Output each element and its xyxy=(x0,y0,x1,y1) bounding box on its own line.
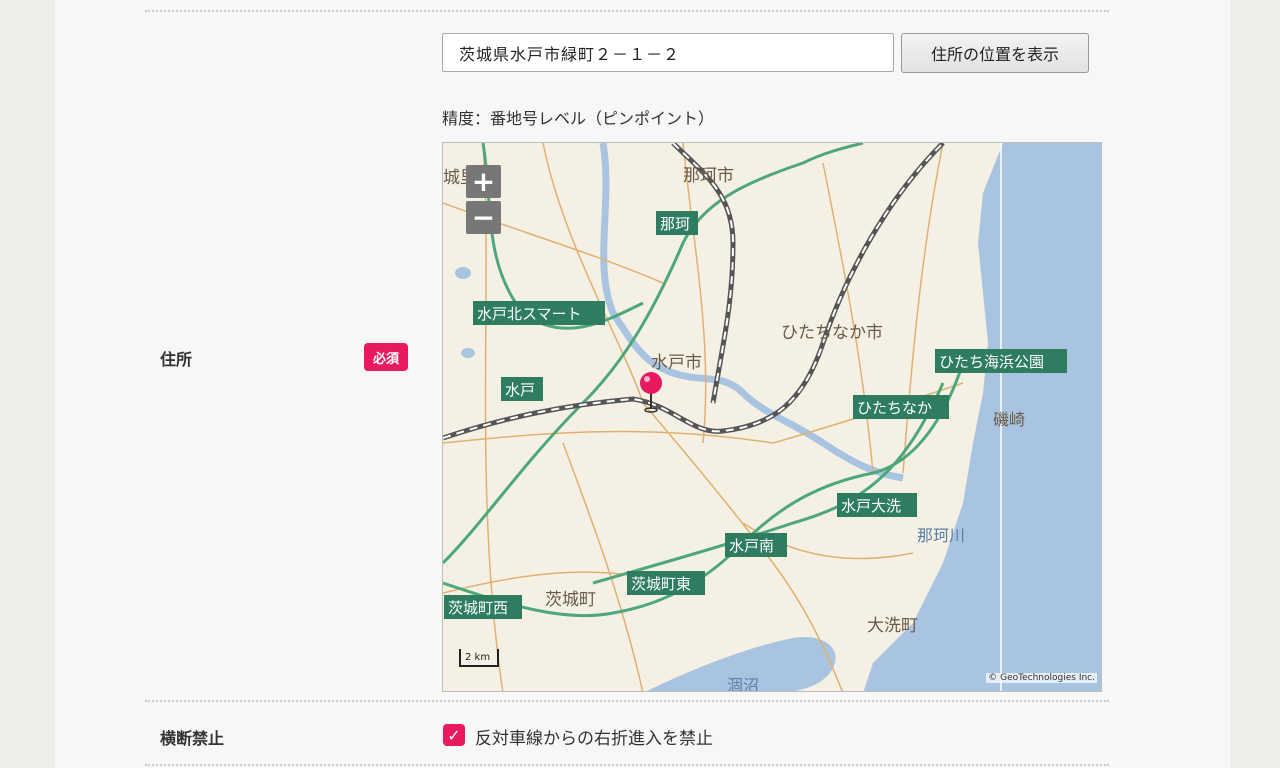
map-scale-label: 2 km xyxy=(465,652,491,663)
map-label-road: 水戸大洗 xyxy=(841,497,901,515)
map-label-road: ひたち海浜公園 xyxy=(939,353,1044,371)
address-label: 住所 xyxy=(160,350,193,369)
map-label-place: 水戸市 xyxy=(651,353,702,373)
map-label-road: 水戸南 xyxy=(729,537,774,555)
map-label-road: 茨城町東 xyxy=(631,575,691,593)
address-input[interactable] xyxy=(442,33,894,72)
precision-text: 精度：番地号レベル（ピンポイント） xyxy=(442,109,715,128)
show-location-button[interactable]: 住所の位置を表示 xyxy=(901,33,1089,73)
map-canvas: 城里町 那珂市 ひたちなか市 水戸市 磯崎 那珂川 茨城町 大洗町 涸沼 那珂 … xyxy=(443,143,1101,692)
no-crossing-label: 横断禁止 xyxy=(160,729,225,748)
map-label-road: 茨城町西 xyxy=(448,599,508,617)
check-icon: ✓ xyxy=(447,725,461,745)
map-label-place: 那珂川 xyxy=(917,526,965,545)
divider xyxy=(145,10,1109,12)
no-crossing-checkbox[interactable]: ✓ xyxy=(443,724,465,746)
map-label-road: 水戸北スマート xyxy=(477,305,582,323)
map-label-road: 水戸 xyxy=(505,381,535,399)
map-label-place: ひたちなか市 xyxy=(781,323,883,343)
no-crossing-checkbox-label[interactable]: 反対車線からの右折進入を禁止 xyxy=(475,724,713,749)
required-badge: 必須 xyxy=(364,343,408,371)
map-label-place: 磯崎 xyxy=(993,410,1025,429)
map-label-place: 涸沼 xyxy=(727,676,759,692)
map-view[interactable]: 城里町 那珂市 ひたちなか市 水戸市 磯崎 那珂川 茨城町 大洗町 涸沼 那珂 … xyxy=(442,142,1102,692)
map-label-place: 大洗町 xyxy=(867,616,918,636)
zoom-out-button[interactable]: − xyxy=(466,201,501,234)
map-label-road: 那珂 xyxy=(660,215,690,233)
divider xyxy=(145,764,1109,766)
map-label-road: ひたちなか xyxy=(857,399,932,417)
map-label-place: 茨城町 xyxy=(545,590,596,610)
map-copyright: © GeoTechnologies Inc. xyxy=(986,673,1097,683)
zoom-in-button[interactable]: + xyxy=(466,165,501,198)
divider xyxy=(145,700,1109,702)
map-label-place: 那珂市 xyxy=(683,166,734,186)
